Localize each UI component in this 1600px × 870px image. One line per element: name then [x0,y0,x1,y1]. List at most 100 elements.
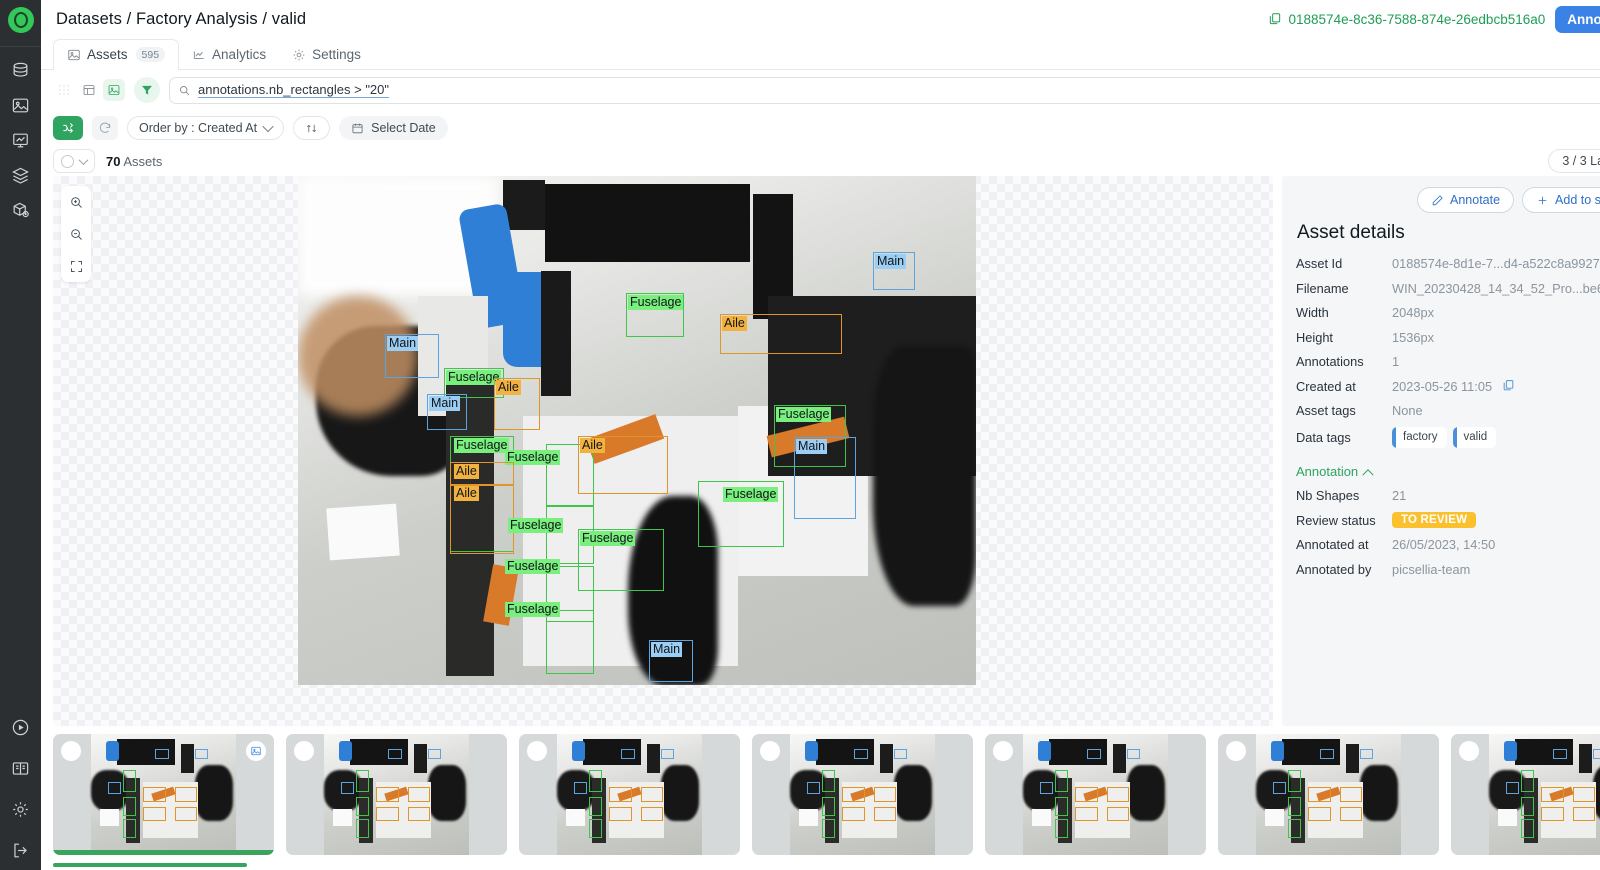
annotation-label[interactable]: Main [796,439,828,454]
field-key: Height [1296,329,1333,345]
field-key: Annotated at [1296,537,1369,552]
zoom-in-icon[interactable] [66,192,86,212]
grid-view-icon[interactable] [53,79,75,101]
annotation-section-header[interactable]: Annotation [1296,464,1600,480]
order-by-dropdown[interactable]: Order by : Created At [127,116,285,140]
tab-settings[interactable]: Settings [279,39,374,70]
select-all-checkbox[interactable] [61,154,74,168]
logout-icon[interactable] [11,841,30,860]
plus-icon [1538,196,1547,204]
thumbnail-checkbox[interactable] [61,741,81,761]
copy-icon[interactable] [1502,379,1516,393]
field-annotated-by: Annotated by picsellia-team [1296,561,1600,578]
refresh-button[interactable] [92,116,118,140]
search-query-text: annotations.nb_rectangles > "20" [198,82,390,98]
dataset-uuid[interactable]: 0188574e-8c36-7588-874e-26edbcb516a0 [1268,12,1545,27]
tab-assets-label: Assets [87,47,128,62]
annotation-label[interactable]: Main [651,642,683,657]
gear-icon[interactable] [11,800,30,819]
annotate-button[interactable]: Annotate [1417,187,1515,213]
annotation-label[interactable]: Fuselage [454,438,510,453]
select-all-dropdown[interactable] [53,149,95,173]
images-icon[interactable] [11,96,30,115]
table-view-icon[interactable] [78,79,100,101]
annotation-label[interactable]: Main [387,336,419,351]
data-tag-label: factory [1403,431,1438,443]
thumbnail-item[interactable] [985,734,1206,855]
labels-filter-pill[interactable]: 3 / 3 Labels [1548,149,1600,173]
data-tag-label: valid [1463,431,1488,443]
tab-assets[interactable]: Assets 595 [53,39,180,70]
thumbnail-item[interactable] [286,734,507,855]
data-tag-chip[interactable]: factory [1392,426,1447,448]
image-canvas[interactable]: Main Main Fuselage Aile Main Fuselage Aile Main… [53,176,1273,726]
thumbnail-filmstrip[interactable] [41,726,1600,870]
annotation-label[interactable]: Fuselage [505,602,561,617]
annotated-photo[interactable]: Main Main Fuselage Aile Main Fuselage Aile Main… [298,176,976,685]
annotation-label[interactable]: Aile [580,438,605,453]
annotation-label[interactable]: Aile [496,380,521,395]
copy-icon[interactable] [1268,12,1282,26]
left-nav-rail [0,0,41,870]
annotations-button-label: Annotations [1567,11,1600,27]
play-circle-icon[interactable] [11,718,30,737]
annotation-label[interactable]: Main [429,396,461,411]
thumbnail-checkbox[interactable] [1459,741,1479,761]
image-view-icon[interactable] [103,79,125,101]
tab-analytics[interactable]: Analytics [179,39,279,70]
annotation-label[interactable]: Aile [454,464,479,479]
deployments-icon[interactable] [11,201,30,220]
filter-button[interactable] [134,77,160,103]
zoom-out-icon[interactable] [66,224,86,244]
annotation-label[interactable]: Fuselage [723,487,779,502]
annotation-label[interactable]: Fuselage [505,559,561,574]
annotation-label[interactable]: Fuselage [628,295,684,310]
select-date-label: Select Date [371,121,436,135]
field-value: 1 [1392,354,1400,369]
search-input[interactable]: annotations.nb_rectangles > "20" ✕ [169,76,1600,104]
field-value: 2048px [1392,305,1434,320]
annotation-label[interactable]: Fuselage [580,531,636,546]
asset-count-number: 70 [106,153,121,169]
thumbnail-item[interactable] [53,734,274,855]
thumbnail-item[interactable] [519,734,740,855]
filmstrip-scrollbar[interactable] [53,863,247,867]
book-icon[interactable] [11,759,30,778]
thumbnail-item[interactable] [1451,734,1600,855]
page-title: Asset details [1297,222,1405,243]
select-date-button[interactable]: Select Date [339,116,448,140]
thumbnail-checkbox[interactable] [993,741,1013,761]
thumbnail-checkbox[interactable] [1226,741,1246,761]
datasets-icon[interactable] [11,61,30,80]
field-key: Data tags [1296,429,1351,445]
annotation-label[interactable]: Aile [454,486,479,501]
thumbnail-checkbox[interactable] [527,741,547,761]
annotation-label[interactable]: Aile [722,316,747,331]
sort-direction-button[interactable] [293,116,331,140]
thumbnail-image [557,734,702,855]
chart-icon [193,51,204,59]
photo-panel-top [545,184,750,262]
data-tag-chip[interactable]: valid [1452,426,1497,448]
annotation-box[interactable] [546,610,594,674]
annotation-label[interactable]: Fuselage [776,407,832,422]
annotation-label[interactable]: Fuselage [508,518,564,533]
experiments-icon[interactable] [11,131,30,150]
shuffle-button[interactable] [53,116,83,140]
header-actions: 0188574e-8c36-7588-874e-26edbcb516a0 Ann… [1268,5,1600,33]
field-height: Height 1536px [1296,329,1600,346]
photo-paper [326,503,400,561]
thumbnail-item[interactable] [1218,734,1439,855]
models-icon[interactable] [11,166,30,185]
thumbnail-checkbox[interactable] [760,741,780,761]
thumbnail-checkbox[interactable] [294,741,314,761]
picsellia-logo[interactable] [7,7,34,33]
photo-belt [541,271,571,396]
field-filename: Filename WIN_20230428_14_34_52_Pro...be6… [1296,280,1600,297]
add-to-selection-button[interactable]: Add to selection [1522,187,1600,213]
fit-screen-icon[interactable] [66,256,86,276]
thumbnail-item[interactable] [752,734,973,855]
annotation-label[interactable]: Main [875,254,907,269]
gear-icon [293,49,305,60]
annotations-button[interactable]: Annotations [1555,5,1600,33]
